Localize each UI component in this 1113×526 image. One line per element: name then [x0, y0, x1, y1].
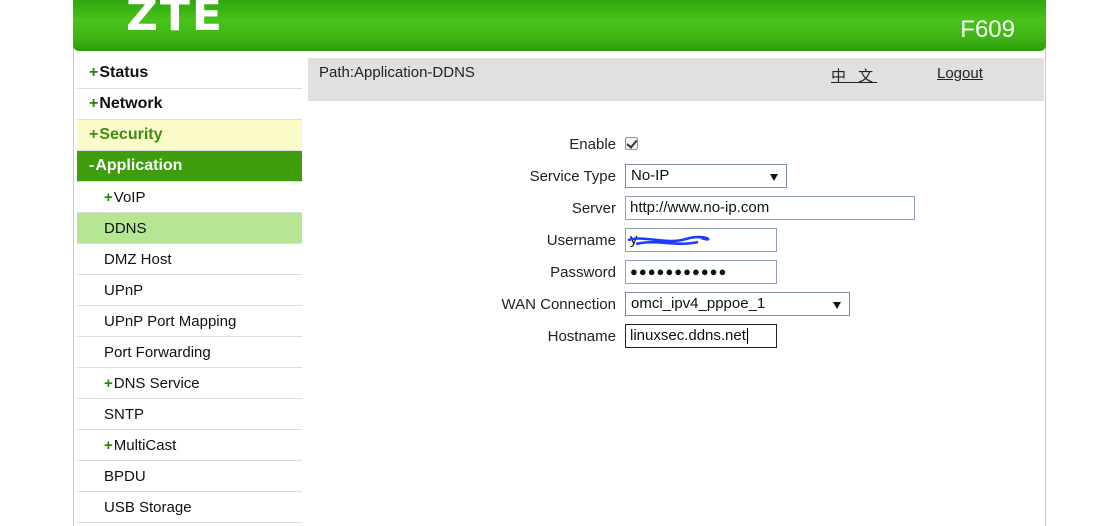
path-bar: Path:Application-DDNS 中 文 Logout	[308, 58, 1044, 101]
hostname-value: linuxsec.ddns.net	[630, 327, 746, 344]
wan-connection-value: omci_ipv4_pppoe_1	[631, 295, 766, 312]
language-link[interactable]: 中 文	[831, 65, 877, 86]
sidebar-item-label: MultiCast	[113, 436, 177, 454]
service-type-value: No-IP	[631, 167, 670, 184]
sidebar-item-upnp[interactable]: UPnP	[77, 275, 302, 306]
service-type-select[interactable]: No-IP	[625, 164, 787, 188]
sidebar-item-security[interactable]: + Security	[77, 120, 302, 151]
sidebar-item-voip[interactable]: + VoIP	[77, 182, 302, 213]
sidebar-item-ddns[interactable]: DDNS	[77, 213, 302, 244]
sidebar-item-label: BPDU	[104, 467, 146, 485]
username-label: Username	[546, 232, 616, 249]
sidebar-item-dns-service[interactable]: + DNS Service	[77, 368, 302, 399]
logout-link[interactable]: Logout	[937, 65, 983, 82]
dropdown-arrow-icon	[770, 174, 778, 181]
password-value: ●●●●●●●●●●●	[630, 264, 728, 279]
expand-icon: +	[89, 64, 99, 81]
username-row: Username y	[308, 228, 1044, 254]
enable-row: Enable	[308, 132, 1044, 158]
sidebar-item-label: DDNS	[104, 219, 147, 237]
sidebar-item-label: DNS Service	[113, 374, 200, 392]
sidebar-item-label: Status	[99, 64, 149, 81]
zte-logo: ZTE	[126, 0, 224, 41]
sidebar-item-label: USB Storage	[104, 498, 192, 516]
password-label: Password	[550, 264, 616, 281]
sidebar-item-label: Application	[95, 157, 183, 174]
sidebar-item-usb-storage[interactable]: USB Storage	[77, 492, 302, 523]
password-input[interactable]: ●●●●●●●●●●●	[625, 260, 777, 284]
expand-icon: +	[104, 188, 113, 206]
sidebar-item-status[interactable]: + Status	[77, 58, 302, 89]
enable-checkbox[interactable]	[625, 137, 638, 150]
sidebar-item-label: UPnP	[104, 281, 144, 299]
wan-connection-row: WAN Connection omci_ipv4_pppoe_1	[308, 292, 1044, 318]
text-caret	[746, 328, 748, 345]
redaction-scribble	[627, 235, 710, 246]
model-name: F609	[960, 16, 1015, 43]
sidebar-item-label: VoIP	[113, 188, 146, 206]
server-input[interactable]: http://www.no-ip.com	[625, 196, 915, 220]
sidebar-item-bpdu[interactable]: BPDU	[77, 461, 302, 492]
sidebar-menu: + Status + Network + Security - Application + VoI…	[77, 58, 302, 523]
sidebar-item-dmz-host[interactable]: DMZ Host	[77, 244, 302, 275]
expand-icon: +	[89, 126, 99, 143]
server-row: Server http://www.no-ip.com	[308, 196, 1044, 222]
wan-connection-select[interactable]: omci_ipv4_pppoe_1	[625, 292, 850, 316]
sidebar-item-upnp-port-mapping[interactable]: UPnP Port Mapping	[77, 306, 302, 337]
sidebar-item-network[interactable]: + Network	[77, 89, 302, 120]
expand-icon: +	[104, 374, 113, 392]
sidebar-item-sntp[interactable]: SNTP	[77, 399, 302, 430]
enable-label: Enable	[569, 136, 616, 153]
service-type-row: Service Type No-IP	[308, 164, 1044, 190]
wan-connection-label: WAN Connection	[501, 296, 617, 313]
hostname-row: Hostname linuxsec.ddns.net	[308, 324, 1044, 350]
expand-icon: +	[89, 95, 99, 112]
header-banner: ZTE F609	[73, 0, 1046, 51]
sidebar-item-label: UPnP Port Mapping	[104, 312, 237, 330]
breadcrumb: Path:Application-DDNS	[319, 64, 475, 81]
hostname-input[interactable]: linuxsec.ddns.net	[625, 324, 777, 348]
service-type-label: Service Type	[529, 168, 616, 185]
sidebar-item-multicast[interactable]: + MultiCast	[77, 430, 302, 461]
username-input[interactable]: y	[625, 228, 777, 252]
server-value: http://www.no-ip.com	[630, 199, 770, 216]
sidebar-item-label: DMZ Host	[104, 250, 172, 268]
expand-icon: +	[104, 436, 113, 454]
sidebar-item-label: SNTP	[104, 405, 145, 423]
sidebar-item-label: Security	[99, 126, 163, 143]
password-row: Password ●●●●●●●●●●●	[308, 260, 1044, 286]
collapse-icon: -	[89, 157, 95, 174]
sidebar-item-port-forwarding[interactable]: Port Forwarding	[77, 337, 302, 368]
sidebar-item-label: Port Forwarding	[104, 343, 211, 361]
sidebar-item-label: Network	[99, 95, 163, 112]
dropdown-arrow-icon	[833, 302, 841, 309]
sidebar-item-application[interactable]: - Application	[77, 151, 302, 182]
check-icon	[626, 137, 638, 149]
server-label: Server	[571, 200, 616, 217]
hostname-label: Hostname	[547, 328, 616, 345]
